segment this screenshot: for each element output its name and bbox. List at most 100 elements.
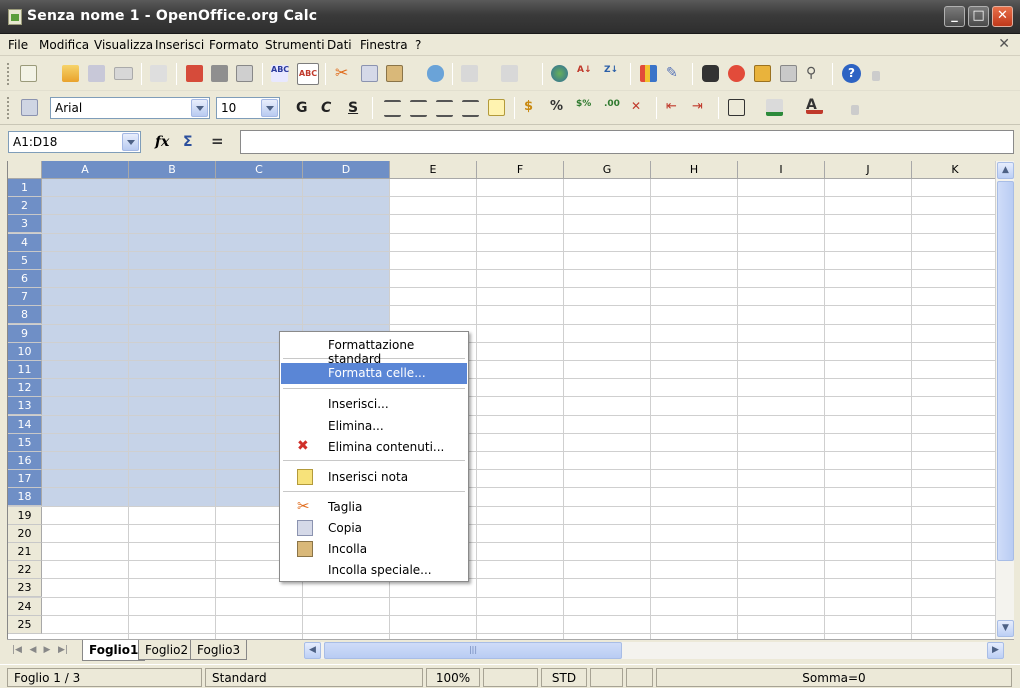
menu-item-inserisci[interactable]: Inserisci... (281, 394, 467, 415)
menu-finestra[interactable]: Finestra (360, 38, 408, 52)
menu-strumenti[interactable]: Strumenti (265, 38, 325, 52)
chart-icon[interactable] (640, 65, 657, 82)
vertical-scrollbar[interactable]: ▲ ▼ (995, 161, 1014, 639)
chevron-down-icon[interactable] (261, 99, 278, 117)
redo-icon[interactable] (501, 65, 518, 82)
gallery-icon[interactable] (754, 65, 771, 82)
align-right-icon[interactable] (436, 100, 453, 117)
autospellcheck-icon[interactable]: ABC (297, 63, 319, 85)
row-header-1[interactable]: 1 (8, 179, 42, 197)
add-decimal-icon[interactable]: .00 (604, 99, 621, 116)
edit-file-icon[interactable] (150, 65, 167, 82)
formula-equals-icon[interactable]: = (211, 132, 224, 150)
align-center-icon[interactable] (410, 100, 427, 117)
menu-inserisci[interactable]: Inserisci (155, 38, 204, 52)
spreadsheet-grid[interactable]: A B C D E F G H I J K 1 2 3 4 5 6 7 8 9 10 11 12 13 14 15 16 17 18 19… (7, 161, 995, 639)
column-header-h[interactable]: H (651, 161, 738, 179)
row-header-7[interactable]: 7 (8, 288, 42, 306)
sum-icon[interactable]: Σ (183, 134, 193, 150)
sort-ascending-icon[interactable]: A↓ (577, 65, 594, 82)
formula-input[interactable] (240, 130, 1014, 154)
column-header-f[interactable]: F (477, 161, 564, 179)
merge-cells-icon[interactable] (488, 99, 505, 116)
menu-item-taglia[interactable]: ✂ Taglia (281, 497, 467, 518)
menu-item-incolla[interactable]: Incolla (281, 539, 467, 560)
menu-visualizza[interactable]: Visualizza (94, 38, 153, 52)
cut-icon[interactable]: ✂ (335, 65, 352, 82)
column-header-i[interactable]: I (738, 161, 825, 179)
row-header-2[interactable]: 2 (8, 197, 42, 215)
row-header-18[interactable]: 18 (8, 488, 42, 506)
sort-descending-icon[interactable]: Z↓ (604, 65, 621, 82)
last-sheet-icon[interactable]: ▶| (57, 644, 69, 657)
copy-icon[interactable] (361, 65, 378, 82)
delete-decimal-icon[interactable]: ✕ (631, 99, 648, 116)
row-header-25[interactable]: 25 (8, 616, 42, 634)
sheet-tab-foglio1[interactable]: Foglio1 (82, 640, 146, 661)
underline-button[interactable]: S (348, 100, 358, 116)
menu-formato[interactable]: Formato (209, 38, 259, 52)
next-sheet-icon[interactable]: ▶ (41, 644, 53, 657)
menu-item-incolla-speciale[interactable]: Incolla speciale... (281, 560, 467, 581)
menu-dati[interactable]: Dati (327, 38, 352, 52)
scroll-left-icon[interactable]: ◀ (304, 642, 321, 659)
menu-item-elimina[interactable]: Elimina... (281, 416, 467, 437)
name-box[interactable]: A1:D18 (8, 131, 141, 153)
row-header-14[interactable]: 14 (8, 416, 42, 434)
justify-icon[interactable] (462, 100, 479, 117)
column-header-a[interactable]: A (42, 161, 129, 179)
first-sheet-icon[interactable]: |◀ (11, 644, 23, 657)
spellcheck-icon[interactable]: ABC (271, 65, 289, 82)
font-color-icon[interactable]: A (806, 97, 823, 114)
paste-icon[interactable] (386, 65, 403, 82)
export-pdf-icon[interactable] (186, 65, 203, 82)
toolbar-overflow-icon[interactable] (851, 105, 859, 115)
row-header-4[interactable]: 4 (8, 234, 42, 252)
row-header-24[interactable]: 24 (8, 598, 42, 616)
menu-file[interactable]: File (8, 38, 28, 52)
column-header-d[interactable]: D (303, 161, 390, 179)
row-header-3[interactable]: 3 (8, 215, 42, 233)
row-header-19[interactable]: 19 (8, 507, 42, 525)
toolbar-grip[interactable] (7, 63, 11, 85)
decrease-indent-icon[interactable]: ⇤ (666, 99, 683, 116)
font-size-combo[interactable]: 10 (216, 97, 280, 119)
column-header-g[interactable]: G (564, 161, 651, 179)
email-icon[interactable] (114, 67, 133, 80)
row-header-6[interactable]: 6 (8, 270, 42, 288)
column-header-j[interactable]: J (825, 161, 912, 179)
sheet-tab-foglio2[interactable]: Foglio2 (138, 640, 196, 660)
percent-format-icon[interactable]: % (550, 99, 567, 116)
find-replace-icon[interactable] (702, 65, 719, 82)
row-header-20[interactable]: 20 (8, 525, 42, 543)
chevron-down-icon[interactable] (122, 133, 139, 151)
new-document-icon[interactable] (20, 65, 37, 82)
horizontal-scroll-thumb[interactable]: ||| (324, 642, 622, 659)
data-sources-icon[interactable] (780, 65, 797, 82)
row-header-21[interactable]: 21 (8, 543, 42, 561)
scroll-right-icon[interactable]: ▶ (987, 642, 1004, 659)
row-header-8[interactable]: 8 (8, 306, 42, 324)
menu-item-formatta-celle[interactable]: Formatta celle... (281, 363, 467, 384)
vertical-scroll-thumb[interactable] (997, 181, 1014, 561)
scroll-up-icon[interactable]: ▲ (997, 162, 1014, 179)
menu-item-copia[interactable]: Copia (281, 518, 467, 539)
menu-item-formattazione-standard[interactable]: Formattazione standard (281, 335, 467, 366)
column-header-e[interactable]: E (390, 161, 477, 179)
draw-functions-icon[interactable]: ✎ (666, 65, 683, 82)
navigator-icon[interactable] (728, 65, 745, 82)
bold-button[interactable]: G (296, 100, 308, 116)
row-header-13[interactable]: 13 (8, 397, 42, 415)
menu-item-inserisci-nota[interactable]: Inserisci nota (281, 467, 467, 488)
row-header-22[interactable]: 22 (8, 561, 42, 579)
function-wizard-icon[interactable]: fx (155, 134, 169, 150)
standard-format-icon[interactable]: $% (576, 99, 593, 116)
background-color-icon[interactable] (766, 99, 783, 116)
prev-sheet-icon[interactable]: ◀ (27, 644, 39, 657)
currency-format-icon[interactable]: $ (524, 99, 541, 116)
row-header-16[interactable]: 16 (8, 452, 42, 470)
font-name-combo[interactable]: Arial (50, 97, 210, 119)
column-header-k[interactable]: K (912, 161, 995, 179)
menu-modifica[interactable]: Modifica (39, 38, 89, 52)
maximize-button[interactable]: □ (968, 6, 989, 27)
